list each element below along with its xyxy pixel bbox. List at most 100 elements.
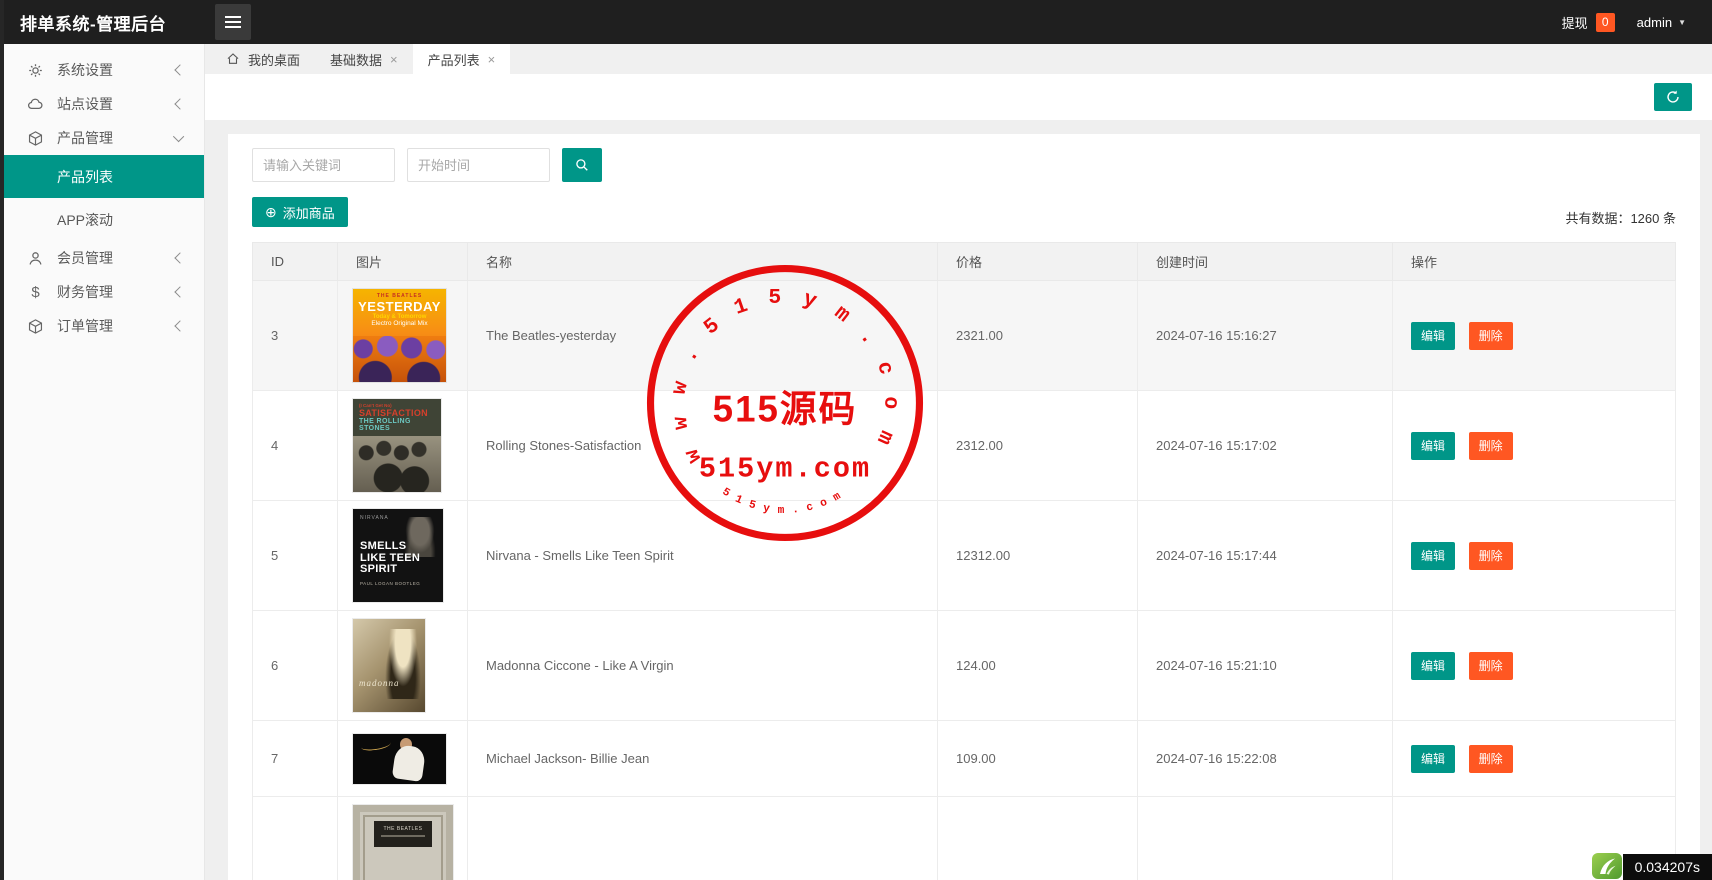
header-id: ID (253, 243, 338, 281)
tab-bar: 我的桌面 基础数据 × 产品列表 × (205, 44, 1712, 74)
close-icon[interactable]: × (488, 52, 496, 67)
withdraw-link[interactable]: 提现 0 (1562, 13, 1615, 32)
search-row (252, 148, 1676, 182)
sidebar-item-label: 产品管理 (57, 128, 113, 148)
cell-created (1138, 797, 1393, 880)
tab-product-list[interactable]: 产品列表 × (413, 44, 511, 74)
withdraw-label: 提现 (1562, 13, 1588, 32)
cell-name: Rolling Stones-Satisfaction (468, 391, 938, 501)
start-time-input[interactable] (407, 148, 550, 182)
cloud-icon (27, 96, 44, 113)
sidebar-toggle-button[interactable] (215, 4, 251, 40)
sidebar: 系统设置 站点设置 产品管理 产品列表 APP滚动 会员管理 (0, 44, 205, 880)
product-list-panel: ⊕ 添加商品 共有数据：1260 条 ID 图片 名称 价格 (228, 134, 1700, 880)
delete-button[interactable]: 删除 (1469, 322, 1513, 350)
cover-line: Electro Original Mix (353, 320, 446, 327)
table-header-row: ID 图片 名称 价格 创建时间 操作 (253, 243, 1676, 281)
chevron-left-icon (174, 252, 185, 263)
refresh-button[interactable] (1654, 83, 1692, 111)
exec-time-badge: 0.034207s (1623, 854, 1712, 880)
cube-icon (27, 318, 44, 335)
withdraw-count-badge: 0 (1596, 13, 1615, 32)
tab-desktop[interactable]: 我的桌面 (211, 44, 315, 74)
cell-name: The Beatles-yesterday (468, 281, 938, 391)
cover-art (361, 738, 392, 751)
header-image: 图片 (338, 243, 468, 281)
refresh-icon (1665, 89, 1681, 105)
home-icon (226, 52, 240, 66)
cell-price: 12312.00 (938, 501, 1138, 611)
app-title: 排单系统-管理后台 (0, 10, 205, 35)
cube-icon (27, 130, 44, 147)
sidebar-subitem-label: 产品列表 (57, 167, 113, 187)
cell-price: 109.00 (938, 721, 1138, 797)
sidebar-item-label: 站点设置 (57, 94, 113, 114)
delete-button[interactable]: 删除 (1469, 542, 1513, 570)
cell-price: 2321.00 (938, 281, 1138, 391)
product-image: (I Can't Get No) SATISFACTION THE ROLLIN… (353, 399, 441, 492)
cell-name (468, 797, 938, 880)
total-count-text: 共有数据：1260 条 (1565, 208, 1676, 227)
cover-title: madonna (359, 678, 400, 688)
plus-circle-icon: ⊕ (265, 204, 277, 221)
hamburger-icon (225, 16, 241, 18)
cell-name: Madonna Ciccone - Like A Virgin (468, 611, 938, 721)
tab-label: 产品列表 (428, 50, 480, 69)
topbar: 排单系统-管理后台 提现 0 admin ▼ (0, 0, 1712, 44)
cell-id (253, 797, 338, 880)
delete-button[interactable]: 删除 (1469, 745, 1513, 773)
table-row: 5 NIRVANA SMELLS LIKE TEEN SPIRIT PAUL L… (253, 501, 1676, 611)
edit-button[interactable]: 编辑 (1411, 652, 1455, 680)
sidebar-item-site-settings[interactable]: 站点设置 (0, 87, 204, 121)
sidebar-item-finance-management[interactable]: $ 财务管理 (0, 275, 204, 309)
cell-id: 5 (253, 501, 338, 611)
edit-button[interactable]: 编辑 (1411, 432, 1455, 460)
tab-base-data[interactable]: 基础数据 × (315, 44, 413, 74)
chevron-left-icon (174, 98, 185, 109)
product-table: ID 图片 名称 价格 创建时间 操作 3 (252, 242, 1676, 880)
sidebar-item-product-management[interactable]: 产品管理 (0, 121, 204, 155)
edit-button[interactable]: 编辑 (1411, 745, 1455, 773)
user-menu[interactable]: admin ▼ (1637, 15, 1686, 30)
header-actions: 操作 (1393, 243, 1676, 281)
table-row-partial: THE BEATLES (253, 797, 1676, 880)
cell-price (938, 797, 1138, 880)
table-row: 4 (I Can't Get No) SATISFACTION THE ROLL… (253, 391, 1676, 501)
left-edge-strip (0, 0, 4, 880)
header-price: 价格 (938, 243, 1138, 281)
tab-toolbar (205, 74, 1712, 120)
tab-label: 我的桌面 (248, 50, 300, 69)
cover-title: SATISFACTION (359, 408, 441, 418)
sidebar-subitem-product-list[interactable]: 产品列表 (0, 155, 204, 198)
cell-created: 2024-07-16 15:16:27 (1138, 281, 1393, 391)
cover-art (385, 629, 421, 699)
cover-art (353, 336, 446, 382)
cell-created: 2024-07-16 15:21:10 (1138, 611, 1393, 721)
delete-button[interactable]: 删除 (1469, 652, 1513, 680)
table-row: 6 madonna Madonna Ciccone - Like A Virgi… (253, 611, 1676, 721)
cover-artist: THE ROLLING STONES (359, 418, 441, 432)
close-icon[interactable]: × (390, 52, 398, 67)
sidebar-item-member-management[interactable]: 会员管理 (0, 241, 204, 275)
chevron-down-icon: ▼ (1678, 18, 1686, 27)
cell-name: Nirvana - Smells Like Teen Spirit (468, 501, 938, 611)
chevron-left-icon (174, 64, 185, 75)
gear-icon (27, 62, 44, 79)
debug-trace: 0.034207s (1591, 852, 1712, 880)
header-name: 名称 (468, 243, 938, 281)
search-button[interactable] (562, 148, 602, 182)
delete-button[interactable]: 删除 (1469, 432, 1513, 460)
add-product-button[interactable]: ⊕ 添加商品 (252, 197, 348, 227)
product-image: THE BEATLES (353, 805, 453, 880)
sidebar-subitem-app-scroll[interactable]: APP滚动 (0, 198, 204, 241)
username: admin (1637, 15, 1672, 30)
user-icon (27, 250, 44, 267)
table-row: 3 THE BEATLES YESTERDAY Today & Tomorrow… (253, 281, 1676, 391)
edit-button[interactable]: 编辑 (1411, 542, 1455, 570)
thinkphp-logo-icon[interactable] (1591, 852, 1623, 880)
edit-button[interactable]: 编辑 (1411, 322, 1455, 350)
sidebar-item-system-settings[interactable]: 系统设置 (0, 53, 204, 87)
sidebar-item-order-management[interactable]: 订单管理 (0, 309, 204, 343)
cell-id: 4 (253, 391, 338, 501)
keyword-input[interactable] (252, 148, 395, 182)
